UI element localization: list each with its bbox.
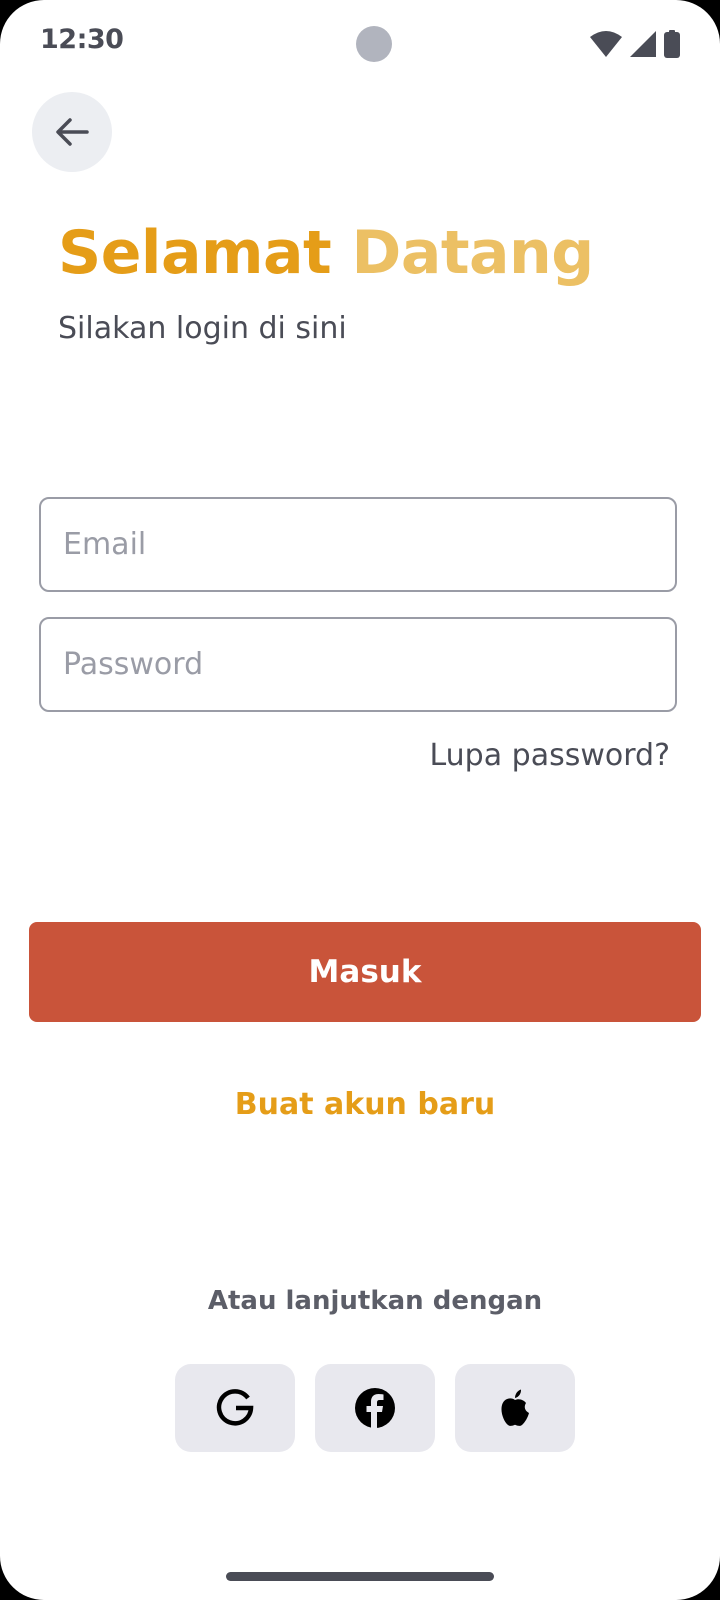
apple-icon: [501, 1389, 529, 1426]
page-subtitle: Silakan login di sini: [58, 311, 347, 346]
battery-icon: [664, 30, 680, 58]
facebook-icon: [355, 1388, 395, 1428]
page-title: Selamat Datang: [58, 218, 594, 288]
status-icons: [590, 30, 680, 58]
title-part-2: Datang: [351, 218, 595, 288]
create-account-link[interactable]: Buat akun baru: [0, 1087, 720, 1122]
email-field[interactable]: [39, 497, 677, 592]
login-screen: 12:30 Selamat Datang Silakan login di si…: [0, 0, 720, 1600]
google-icon: [216, 1389, 254, 1426]
social-login-row: [175, 1364, 575, 1452]
title-part-1: Selamat: [58, 218, 332, 288]
google-login-button[interactable]: [175, 1364, 295, 1452]
login-button[interactable]: Masuk: [29, 922, 701, 1022]
back-button[interactable]: [32, 92, 112, 172]
forgot-password-link[interactable]: Lupa password?: [429, 738, 670, 773]
front-camera: [356, 26, 392, 62]
facebook-login-button[interactable]: [315, 1364, 435, 1452]
arrow-left-icon: [56, 118, 89, 146]
social-login-label: Atau lanjutkan dengan: [207, 1286, 543, 1316]
home-indicator[interactable]: [226, 1572, 494, 1581]
password-field[interactable]: [39, 617, 677, 712]
status-time: 12:30: [40, 24, 124, 55]
apple-login-button[interactable]: [455, 1364, 575, 1452]
signal-icon: [630, 31, 656, 57]
wifi-icon: [590, 31, 622, 57]
